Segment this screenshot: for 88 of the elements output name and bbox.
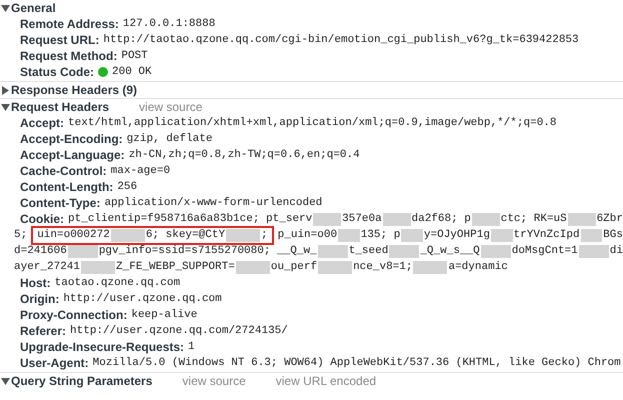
header-value: zh-CN,zh;q=0.8,zh-TW;q=0.6,en;q=0.4 — [128, 148, 360, 163]
cookie-text: ou_perf — [270, 260, 318, 275]
cookie-text: ctc; RK=uS — [500, 212, 567, 227]
header-value: http://user.qzone.qq.com/2724135/ — [70, 324, 288, 339]
header-name: Request Method: — [20, 48, 118, 65]
cookie-text: pt_clientip=f958716a6a83b1ce; pt_serv — [68, 212, 312, 227]
header-value: gzip, deflate — [126, 132, 212, 147]
blurred-text — [318, 244, 348, 258]
header-value: POST — [121, 48, 148, 64]
cookie-text: 5; — [14, 228, 28, 243]
cookie-text: BGs — [603, 228, 623, 243]
section-header[interactable]: Response Headers (9) — [1, 81, 138, 99]
header-name: Status Code: — [20, 64, 94, 81]
header-value: http://taotao.qzone.qq.com/cgi-bin/emotion_cgi_publish_v6?g_tk=639422853 — [103, 32, 579, 48]
cookie-text: pgv_info=ssid=s7155270080; __Q_w_ — [98, 244, 317, 259]
cookie-text: ayer_27241 — [14, 260, 80, 275]
header-value: 127.0.0.1:8888 — [122, 16, 216, 32]
view-link[interactable]: view URL encoded — [276, 372, 376, 390]
header-name: Accept: — [20, 115, 64, 132]
section-header[interactable]: Request Headers — [1, 98, 110, 116]
header-value: 256 — [117, 180, 138, 195]
blurred-text — [236, 260, 270, 274]
blurred-text — [490, 228, 513, 242]
cookie-text: 6; skey=@CtY — [146, 228, 226, 243]
cookie-text: di — [610, 244, 623, 259]
blurred-text — [81, 260, 116, 274]
header-value: text/html,application/xhtml+xml,application/xml;q=0.9,image/webp,*/*;q=0.8 — [68, 116, 556, 131]
blurred-text — [68, 244, 98, 258]
header-value: taotao.qzone.qq.com — [54, 276, 180, 291]
blurred-text — [580, 228, 602, 242]
cookie-text: y=OJyOHP1g — [424, 228, 490, 243]
expanded-triangle-icon — [1, 102, 10, 112]
cookie-text: ; — [261, 228, 268, 243]
header-name: Host: — [20, 275, 51, 292]
cookie-text: _Q_w_s__Q — [420, 244, 480, 259]
view-link[interactable]: view source — [139, 98, 202, 116]
header-name: Cookie: — [20, 211, 64, 228]
header-name: Origin: — [20, 291, 60, 308]
collapsed-triangle-icon — [1, 86, 10, 94]
cookie-text: trYVnZcIpd — [514, 228, 580, 243]
cookie-text: d=241606 — [14, 244, 67, 259]
header-name: Accept-Language: — [20, 147, 125, 164]
cookie-text: a=dynamic — [448, 260, 508, 275]
blurred-text — [226, 228, 260, 242]
cookie-text: 6Zbr — [596, 212, 623, 227]
blurred-text — [401, 228, 423, 242]
cookie-text: p_uin=o00 — [278, 228, 338, 243]
cookie-text: 135; p — [360, 228, 400, 243]
header-name: Remote Address: — [20, 16, 119, 33]
expanded-triangle-icon — [1, 376, 10, 386]
header-value: http://user.qzone.qq.com — [63, 292, 222, 307]
cookie-text: 357e0a — [342, 212, 382, 227]
header-name: Content-Length: — [20, 179, 114, 196]
header-name: Proxy-Connection: — [20, 307, 128, 324]
blurred-text — [413, 260, 448, 274]
header-name: Cache-Control: — [20, 163, 107, 180]
expanded-triangle-icon — [1, 4, 10, 12]
header-value: Mozilla/5.0 (Windows NT 6.3; WOW64) AppleWebKit/537.36 (KHTML, like Gecko) Chrom — [92, 356, 621, 371]
cookie-text: t_seed — [348, 244, 388, 259]
header-value: keep-alive — [131, 308, 198, 323]
section-header[interactable]: General — [1, 0, 56, 17]
blurred-text — [472, 212, 500, 226]
header-name: Content-Type: — [20, 195, 100, 212]
cookie-text: uin=o000272 — [37, 228, 110, 243]
blurred-text — [318, 260, 352, 274]
header-name: Referer: — [20, 323, 66, 340]
blurred-text — [568, 212, 596, 226]
blurred-text — [578, 244, 609, 258]
blurred-text — [338, 228, 360, 242]
section-header[interactable]: Query String Parameters — [1, 372, 152, 390]
header-name: User-Agent: — [20, 355, 89, 372]
header-name: Accept-Encoding: — [20, 131, 123, 148]
blurred-text — [110, 228, 145, 242]
blurred-text — [389, 244, 420, 258]
header-name: Upgrade-Insecure-Requests: — [20, 339, 184, 356]
cookie-text: doMsgCnt=1 — [512, 244, 578, 259]
header-name: Request URL: — [20, 32, 100, 49]
header-value: 1 — [188, 340, 195, 355]
blurred-text — [382, 212, 410, 226]
cookie-text: da2f68; p — [412, 212, 471, 227]
cookie-text: nce_v8=1; — [353, 260, 412, 275]
header-value: 200 OK — [112, 64, 152, 80]
header-value: max-age=0 — [110, 164, 170, 179]
view-link[interactable]: view source — [182, 372, 246, 390]
blurred-text — [480, 244, 511, 258]
header-value: application/x-www-form-urlencoded — [104, 196, 322, 211]
cookie-text: Z_FE_WEBP_SUPPORT= — [116, 260, 235, 275]
blurred-text — [313, 212, 342, 226]
